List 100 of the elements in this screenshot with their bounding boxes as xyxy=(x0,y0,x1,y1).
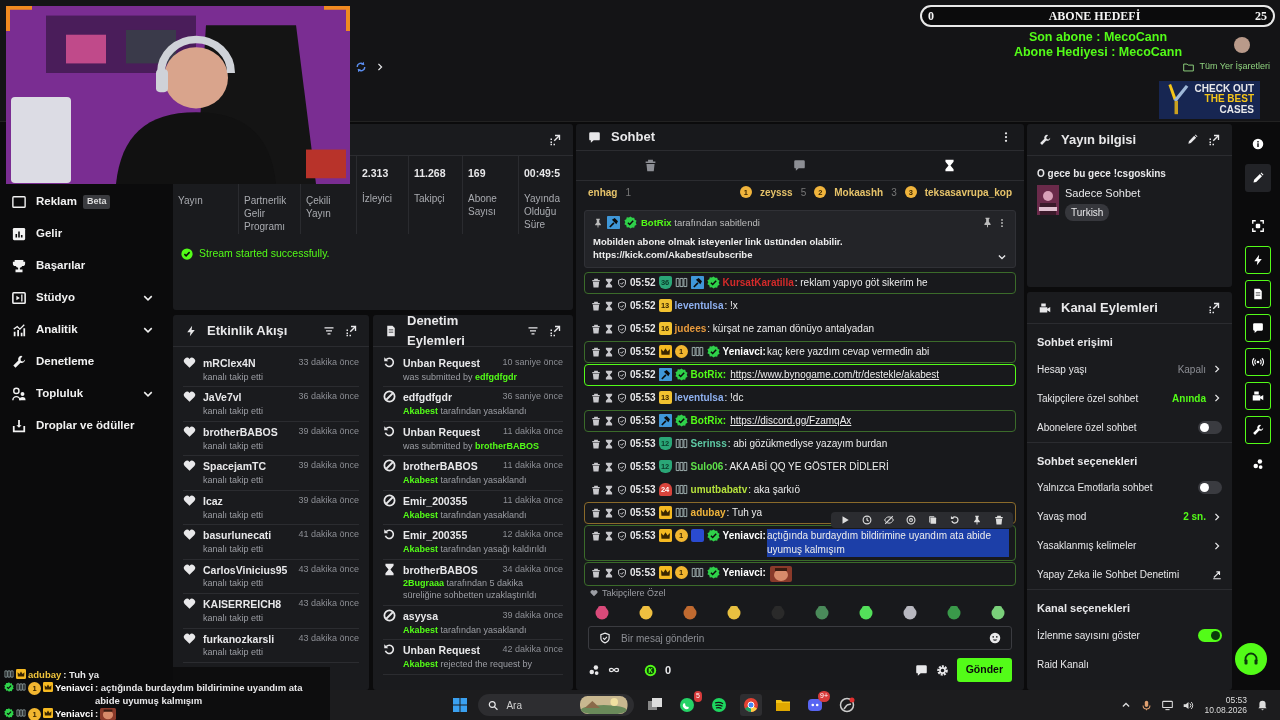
setting-value[interactable]: Kapalı xyxy=(1177,361,1206,377)
emote-icon[interactable] xyxy=(902,604,918,621)
chevron-right-icon[interactable] xyxy=(1212,364,1222,374)
avatar[interactable] xyxy=(1234,37,1250,53)
sidebar-item[interactable]: Reklam Beta xyxy=(0,186,170,218)
wrench-button[interactable] xyxy=(1244,416,1271,444)
emote-icon[interactable] xyxy=(726,604,742,621)
broadcast-button[interactable] xyxy=(1244,348,1271,376)
emote-icon[interactable] xyxy=(814,604,830,621)
delete-icon[interactable] xyxy=(591,567,601,578)
emote-icon[interactable] xyxy=(682,604,698,621)
popout-icon[interactable] xyxy=(1208,301,1220,314)
shield-icon[interactable] xyxy=(617,461,627,472)
delete-icon[interactable] xyxy=(591,461,601,472)
sidebar-item[interactable]: Analitik xyxy=(0,314,170,346)
delete-icon[interactable] xyxy=(591,438,601,449)
popout-icon[interactable] xyxy=(1208,133,1220,146)
delete-icon[interactable] xyxy=(591,530,601,541)
setting-value[interactable]: Anında xyxy=(1172,390,1206,406)
message-link[interactable]: https://www.bynogame.com/tr/destekle/akabest xyxy=(730,367,940,382)
username[interactable]: leventulsa xyxy=(674,390,724,405)
username[interactable]: BotRix: xyxy=(690,367,727,382)
network-icon[interactable] xyxy=(1162,699,1174,711)
timeout-icon[interactable] xyxy=(604,461,614,472)
delete-icon[interactable] xyxy=(591,323,601,334)
timeout-icon[interactable] xyxy=(604,438,614,449)
message-field[interactable]: Bir mesaj gönderin xyxy=(588,626,1012,651)
timeout-icon[interactable] xyxy=(604,369,614,380)
username[interactable]: judees xyxy=(674,321,707,336)
sidebar-item[interactable]: Denetleme xyxy=(0,346,170,378)
filter-icon[interactable] xyxy=(323,324,335,337)
shield-icon[interactable] xyxy=(617,438,627,449)
username[interactable]: Yeniavci: xyxy=(722,528,766,543)
category-name[interactable]: Sadece Sohbet xyxy=(1065,185,1141,202)
windows-icon[interactable] xyxy=(452,697,468,713)
microphone-icon[interactable] xyxy=(1141,699,1153,711)
timeout-icon[interactable] xyxy=(604,346,614,357)
emote-icon[interactable] xyxy=(946,604,962,621)
username[interactable]: Yeniavci: xyxy=(722,344,766,359)
setting-value[interactable]: 2 sn. xyxy=(1183,509,1206,524)
emote-icon[interactable] xyxy=(858,604,874,621)
camera-button[interactable] xyxy=(1244,382,1271,410)
username[interactable]: Serinss xyxy=(690,436,727,451)
chat-message[interactable]: 05:53 BotRix: https://discord.gg/FzamqAx xyxy=(584,409,1016,432)
toggle-switch[interactable] xyxy=(1198,420,1222,434)
external-link-icon[interactable] xyxy=(1212,569,1222,580)
search-field[interactable]: Ara xyxy=(478,694,634,716)
bookmarks-link[interactable]: Tüm Yer İşaretleri xyxy=(1199,60,1270,74)
chat-message[interactable]: 05:52 BotRix: https://www.bynogame.com/tr/destekle/akabest xyxy=(584,363,1016,386)
shield-icon[interactable] xyxy=(617,392,627,403)
delete-icon[interactable] xyxy=(591,507,601,518)
message-input[interactable]: Bir mesaj gönderin xyxy=(619,629,981,647)
delete-icon[interactable] xyxy=(591,277,601,288)
dots-icon[interactable] xyxy=(588,664,600,677)
username[interactable]: BotRix: xyxy=(690,413,727,428)
emoji-icon[interactable] xyxy=(989,632,1001,645)
timeout-icon[interactable] xyxy=(604,323,614,334)
shield-icon[interactable] xyxy=(617,300,627,311)
send-button[interactable]: Gönder xyxy=(956,658,1012,682)
settings-icon[interactable] xyxy=(935,663,949,677)
delete-icon[interactable] xyxy=(591,300,601,311)
sidebar-item[interactable]: Droplar ve ödüller xyxy=(0,410,170,442)
shield-icon[interactable] xyxy=(617,507,627,518)
pinned-link[interactable]: https://kick.com/Akabest/subscribe xyxy=(593,249,753,261)
username[interactable]: umutbabatv xyxy=(690,482,748,497)
popout-icon[interactable] xyxy=(549,324,561,337)
timeout-icon[interactable] xyxy=(604,530,614,541)
sidebar-item[interactable]: Gelir xyxy=(0,218,170,250)
filter-icon[interactable] xyxy=(527,324,539,337)
chat-icon[interactable] xyxy=(914,663,928,677)
chat-button[interactable] xyxy=(1244,314,1271,342)
sidebar-item[interactable]: Başarılar xyxy=(0,250,170,282)
emote-icon[interactable] xyxy=(638,604,654,621)
delete-icon[interactable] xyxy=(591,346,601,357)
chevron-right-icon[interactable] xyxy=(1212,393,1222,403)
ad-banner[interactable]: CHECK OUT THE BEST CASES xyxy=(1158,80,1260,119)
shield-icon[interactable] xyxy=(617,530,627,541)
taskbar-button[interactable] xyxy=(740,694,762,716)
unpin-icon[interactable] xyxy=(982,217,993,229)
sidebar-item[interactable]: Stüdyo xyxy=(0,282,170,314)
sidebar-item[interactable]: Topluluk xyxy=(0,378,170,410)
emote-icon[interactable] xyxy=(990,604,1006,621)
popout-icon[interactable] xyxy=(345,324,357,337)
edit-button[interactable] xyxy=(1244,164,1271,192)
delete-icon[interactable] xyxy=(591,392,601,403)
delete-icon[interactable] xyxy=(591,484,601,495)
chevron-right-icon[interactable] xyxy=(375,62,385,72)
shield-icon[interactable] xyxy=(617,369,627,380)
popout-icon[interactable] xyxy=(549,133,561,146)
username[interactable]: Yeniavci: xyxy=(722,565,766,580)
shield-icon[interactable] xyxy=(617,346,627,357)
shield-icon[interactable] xyxy=(617,277,627,288)
emote-icon[interactable] xyxy=(594,604,610,621)
username[interactable]: leventulsa xyxy=(674,298,724,313)
delete-icon[interactable] xyxy=(591,415,601,426)
timeout-icon[interactable] xyxy=(604,300,614,311)
support-button[interactable] xyxy=(1235,643,1267,675)
timeout-icon[interactable] xyxy=(604,567,614,578)
chevron-right-icon[interactable] xyxy=(1212,540,1222,551)
username[interactable]: adubay xyxy=(690,505,726,520)
